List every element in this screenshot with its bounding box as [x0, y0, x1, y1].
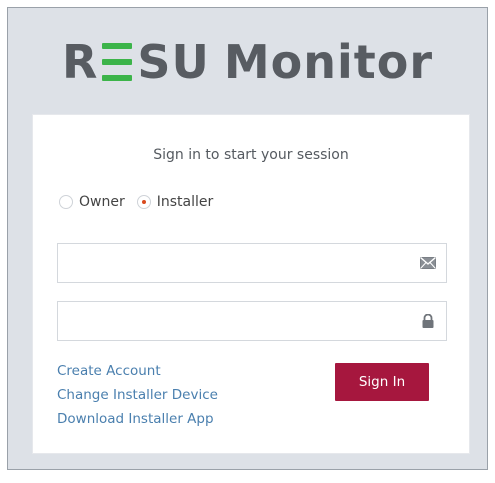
owner-radio-label[interactable]: Owner: [79, 194, 125, 210]
sign-in-button[interactable]: Sign In: [335, 363, 429, 401]
role-selector: Owner Installer: [59, 191, 225, 213]
username-field[interactable]: [57, 243, 447, 284]
password-input[interactable]: [66, 302, 410, 342]
logo-word-monitor: Monitor: [223, 35, 434, 89]
password-field[interactable]: [57, 301, 447, 342]
login-subtitle: Sign in to start your session: [153, 147, 349, 163]
login-page-frame: R SU Monitor Sign in to start your session…: [7, 7, 488, 470]
lock-icon: [422, 314, 434, 328]
username-input[interactable]: [66, 244, 410, 284]
create-account-link[interactable]: Create Account: [57, 359, 218, 383]
logo-letter-r: R: [61, 35, 99, 89]
logo-letters-su: SU: [137, 35, 210, 89]
installer-radio[interactable]: [136, 195, 151, 209]
resu-monitor-logo: R SU Monitor: [8, 32, 487, 92]
logo-green-e-icon: [102, 43, 133, 81]
envelope-icon: [420, 256, 436, 269]
change-installer-device-link[interactable]: Change Installer Device: [57, 383, 218, 407]
account-links: Create Account Change Installer Device D…: [57, 359, 218, 431]
download-installer-app-link[interactable]: Download Installer App: [57, 407, 218, 431]
login-card: Sign in to start your session Owner Inst…: [32, 114, 470, 454]
owner-radio[interactable]: [59, 195, 73, 209]
installer-radio-label[interactable]: Installer: [157, 194, 214, 210]
